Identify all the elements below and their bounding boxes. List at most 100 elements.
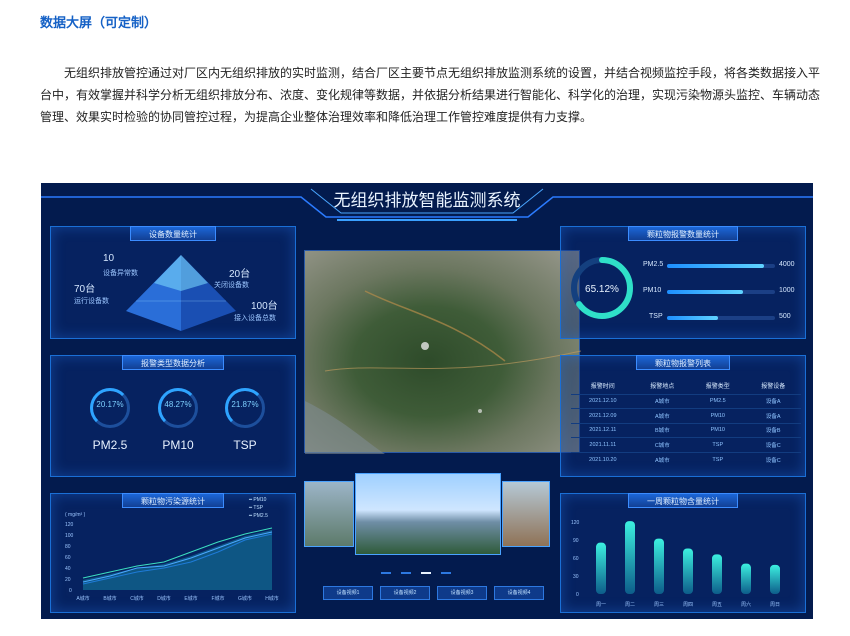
x-label-f: F城市 [211, 595, 224, 602]
closed-label: 关闭设备数 [214, 282, 249, 289]
cell: PM10 [690, 408, 746, 423]
photo-left[interactable] [304, 481, 354, 547]
x-label-g: G城市 [238, 595, 252, 602]
bar-track-tsp [667, 316, 775, 320]
weekly-bar-2 [625, 521, 635, 594]
cell: 2021.10.20 [571, 451, 635, 467]
bar-fill-tsp [667, 316, 718, 320]
cell: TSP [690, 437, 746, 452]
legend-item-pm10: ━ PM10 [249, 497, 267, 503]
pollution-unit: ( mg/m³ ) [65, 512, 86, 518]
alarm-type-title: 报警类型数据分析 [122, 355, 224, 370]
bar-value-tsp: 500 [779, 313, 791, 320]
ring-value: 65.12% [585, 284, 619, 295]
pm10-gauge-value: 48.27% [164, 400, 192, 409]
dashboard-screenshot: 无组织排放智能监测系统 设备数量统计 10 设备异常数 20台 关闭设备数 70… [41, 183, 813, 619]
pollution-legend: ━ PM10 ━ TSP ━ PM2.5 [249, 496, 268, 520]
weekly-x-label-7: 周日 [770, 602, 780, 608]
bar-label-pm10: PM10 [643, 287, 662, 294]
pm10-gauge-name: PM10 [162, 438, 194, 452]
weekly-panel: 一周颗粒物含量统计 120 90 60 30 0 周一 周二 周三 周四 周五 周六 周日 [560, 493, 806, 613]
cell: PM10 [690, 422, 746, 438]
bar-fill-pm10 [667, 290, 743, 294]
weekly-y-120: 120 [571, 520, 580, 526]
video-button-1[interactable]: 设备视频1 [323, 586, 373, 600]
cell: 2021.12.09 [571, 408, 635, 423]
y-tick-80: 80 [65, 544, 71, 550]
weekly-x-label-4: 周四 [683, 602, 693, 608]
weekly-bar-5 [712, 554, 722, 594]
cell: C城市 [634, 437, 691, 452]
carousel-dot-4[interactable] [441, 572, 451, 574]
weekly-bar-7 [770, 564, 780, 594]
alarm-list-panel: 颗粒物报警列表 报警时间 报警地点 报警类型 报警设备 2021.12.10 A城… [560, 355, 806, 477]
bar-value-pm10: 1000 [779, 287, 795, 294]
video-button-4[interactable]: 设备视频4 [494, 586, 544, 600]
weekly-bar-3 [654, 538, 664, 594]
cell: 设备A [745, 408, 801, 423]
cell: 设备B [745, 422, 801, 438]
weekly-title: 一周颗粒物含量统计 [628, 493, 738, 508]
carousel-dot-3[interactable] [421, 572, 431, 574]
video-button-2[interactable]: 设备视频2 [380, 586, 430, 600]
weekly-y-90: 90 [573, 538, 579, 544]
intro-paragraph: 无组织排放管控通过对厂区内无组织排放的实时监测，结合厂区主要节点无组织排放监测系… [40, 66, 821, 124]
pollution-line-chart: 120 100 80 60 40 20 0 A城市 B城市 C城市 D城市 E城… [65, 522, 279, 602]
weekly-x-label-1: 周一 [596, 602, 606, 608]
x-label-c: C城市 [130, 595, 144, 602]
cell: A城市 [634, 451, 691, 467]
col-alarm-time: 报警时间 [590, 384, 615, 391]
legend-item-tsp: ━ TSP [249, 505, 264, 511]
weekly-x-label-6: 周六 [741, 601, 751, 608]
closed-count: 20台 [229, 269, 251, 280]
device-stats-panel: 设备数量统计 10 设备异常数 20台 关闭设备数 70台 运行设备数 100台… [50, 226, 296, 339]
dashboard-title: 无组织排放智能监测系统 [333, 191, 521, 210]
cell: TSP [690, 451, 746, 467]
alarm-type-panel: 报警类型数据分析 20.17% 48.27% 21.87% PM2.5 PM10… [50, 355, 296, 477]
table-row[interactable]: 2021.12.10 A城市 PM2.5 设备A [571, 393, 801, 409]
carousel-dot-1[interactable] [381, 572, 391, 574]
pm25-gauge-name: PM2.5 [92, 438, 128, 452]
photo-center[interactable] [355, 473, 501, 555]
tsp-gauge-name: TSP [233, 438, 257, 452]
alarm-table-header: 报警时间 报警地点 报警类型 报警设备 [571, 378, 801, 394]
cell: 2021.12.11 [571, 422, 635, 438]
carousel-dot-2[interactable] [401, 572, 411, 574]
running-label: 运行设备数 [74, 298, 109, 305]
bar-track-pm25 [667, 264, 775, 268]
satellite-map[interactable] [304, 250, 582, 454]
cell: 设备C [745, 437, 801, 452]
table-row[interactable]: 2021.12.09 A城市 PM10 设备A [571, 408, 801, 423]
col-alarm-device: 报警设备 [761, 384, 786, 391]
weekly-x-label-5: 周五 [712, 602, 722, 608]
table-row[interactable]: 2021.11.11 C城市 TSP 设备C [571, 437, 801, 452]
table-row[interactable]: 2021.10.20 A城市 TSP 设备C [571, 451, 801, 467]
weekly-bar-1 [596, 542, 606, 594]
legend-item-pm25: ━ PM2.5 [249, 513, 268, 519]
bar-value-pm25: 4000 [779, 261, 795, 268]
weekly-y-0: 0 [576, 592, 579, 598]
table-row[interactable]: 2021.12.11 B城市 PM10 设备B [571, 422, 801, 438]
bar-fill-pm25 [667, 264, 765, 268]
video-button-3[interactable]: 设备视频3 [437, 586, 487, 600]
y-tick-20: 20 [65, 577, 71, 583]
bar-label-tsp: TSP [649, 313, 663, 320]
weekly-y-60: 60 [573, 556, 579, 562]
total-label: 接入设备总数 [234, 315, 276, 322]
x-label-b: B城市 [103, 595, 116, 602]
cell: 设备A [745, 393, 801, 409]
particle-alarm-count-panel: 颗粒物报警数量统计 65.12% PM2.5 4000 PM10 1000 TS… [560, 226, 806, 339]
photo-right[interactable] [502, 481, 550, 547]
col-alarm-type: 报警类型 [705, 384, 730, 391]
particle-alarm-count-title: 颗粒物报警数量统计 [628, 226, 738, 241]
cell: 设备C [745, 451, 801, 467]
x-label-h: H城市 [265, 595, 279, 602]
y-tick-100: 100 [65, 533, 74, 539]
cell: A城市 [634, 408, 691, 423]
pm10-gauge: 48.27% [158, 388, 198, 428]
weekly-bar-6 [741, 563, 751, 594]
weekly-bar-4 [683, 548, 693, 594]
running-count: 70台 [74, 284, 96, 295]
pyramid-graphic [126, 255, 236, 331]
x-label-e: E城市 [184, 595, 197, 602]
